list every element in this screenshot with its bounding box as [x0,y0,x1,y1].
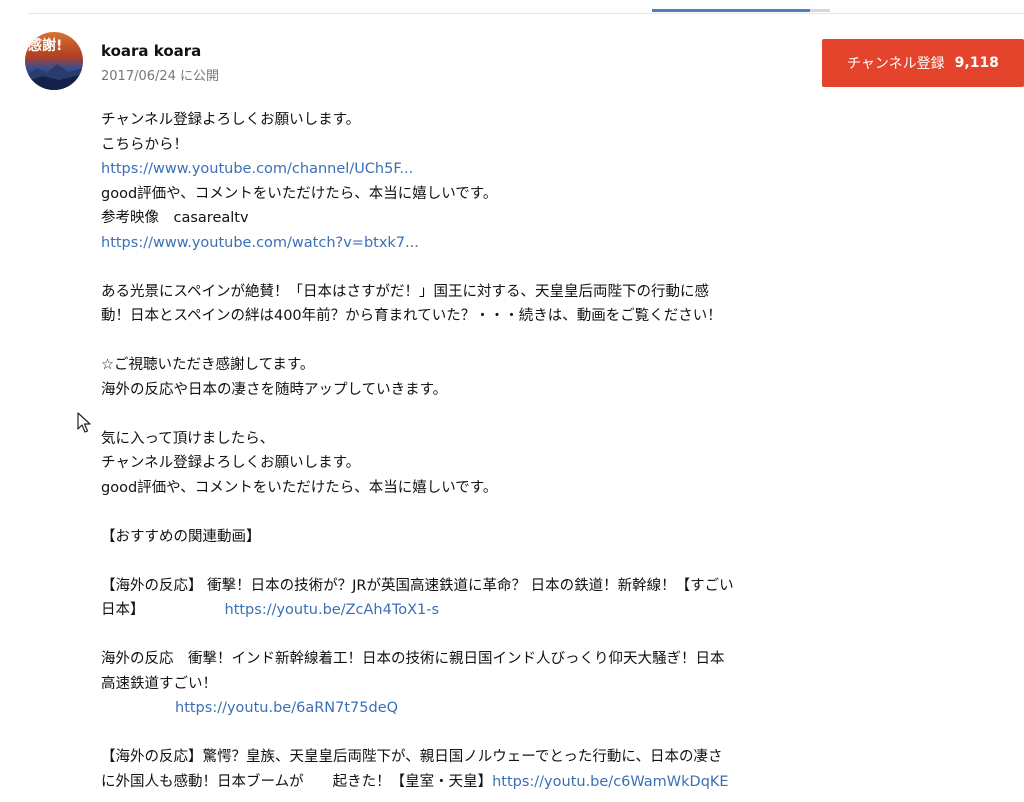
mouse-pointer-icon [77,412,91,433]
channel-name[interactable]: koara koara [101,42,201,60]
recommended-title: 海外の反応 衝撃！インド新幹線着工！日本の技術に親日国インド人びっくり仰天大騒ぎ… [101,651,725,667]
subscribe-button[interactable]: チャンネル登録 9,118 [822,39,1024,87]
channel-avatar[interactable]: 感謝! [25,32,83,90]
description-line: 気に入って頂けましたら、 [101,430,275,447]
top-divider [28,13,1024,14]
description-line: 動！日本とスペインの絆は400年前？から育まれていた？・・・続きは、動画をご覧く… [101,308,722,324]
recommended-title: 高速鉄道すごい！ [101,675,217,692]
subscribe-label: チャンネル登録 [847,56,945,72]
recommended-heading: 【おすすめの関連動画】 [101,528,261,545]
loading-progress-bar [652,9,830,12]
recommended-video-link[interactable]: https://youtu.be/c6WamWkDqKE [492,774,729,790]
description-line: こちらから！ [101,136,188,153]
loading-progress-fill [652,9,811,12]
recommended-video-link[interactable]: https://youtu.be/6aRN7t75deQ [175,700,398,716]
description-line: 海外の反応や日本の凄さを随時アップしていきます。 [101,381,448,398]
recommended-title: 【海外の反応】驚愕？皇族、天皇皇后両陛下が、親日国ノルウェーでとった行動に、日本… [101,749,723,765]
description-line: チャンネル登録よろしくお願いします。 [101,112,361,128]
recommended-title: に外国人も感動！日本ブームが 起きた！【皇室・天皇】 [101,773,493,790]
subscriber-count: 9,118 [954,55,999,71]
recommended-title: 【海外の反応】 衝撃！日本の技術が？JRが英国高速鉄道に革命？ 日本の鉄道！新幹… [101,577,734,594]
avatar-mountain-icon [25,64,83,90]
description-line: ☆ご視聴いただき感謝してます。 [101,357,315,373]
video-description: チャンネル登録よろしくお願いします。 こちらから！ https://www.yo… [101,108,831,794]
description-line: good評価や、コメントをいただけたら、本当に嬉しいです。 [101,185,498,202]
reference-video-link[interactable]: https://www.youtube.com/watch?v=btxk7... [101,235,419,251]
description-line: チャンネル登録よろしくお願いします。 [101,455,361,471]
avatar-text: 感謝! [28,38,63,54]
channel-link[interactable]: https://www.youtube.com/channel/UCh5F... [101,161,413,177]
description-line: ある光景にスペインが絶賛！「日本はさすがだ！」国王に対する、天皇皇后両陛下の行動… [101,283,709,300]
recommended-video-link[interactable]: https://youtu.be/ZcAh4ToX1-s [225,602,440,618]
description-line: good評価や、コメントをいただけたら、本当に嬉しいです。 [101,479,498,496]
recommended-title: 日本】 [101,602,145,618]
description-line: 参考映像 casarealtv [101,210,249,226]
publish-date: 2017/06/24 に公開 [101,69,220,84]
